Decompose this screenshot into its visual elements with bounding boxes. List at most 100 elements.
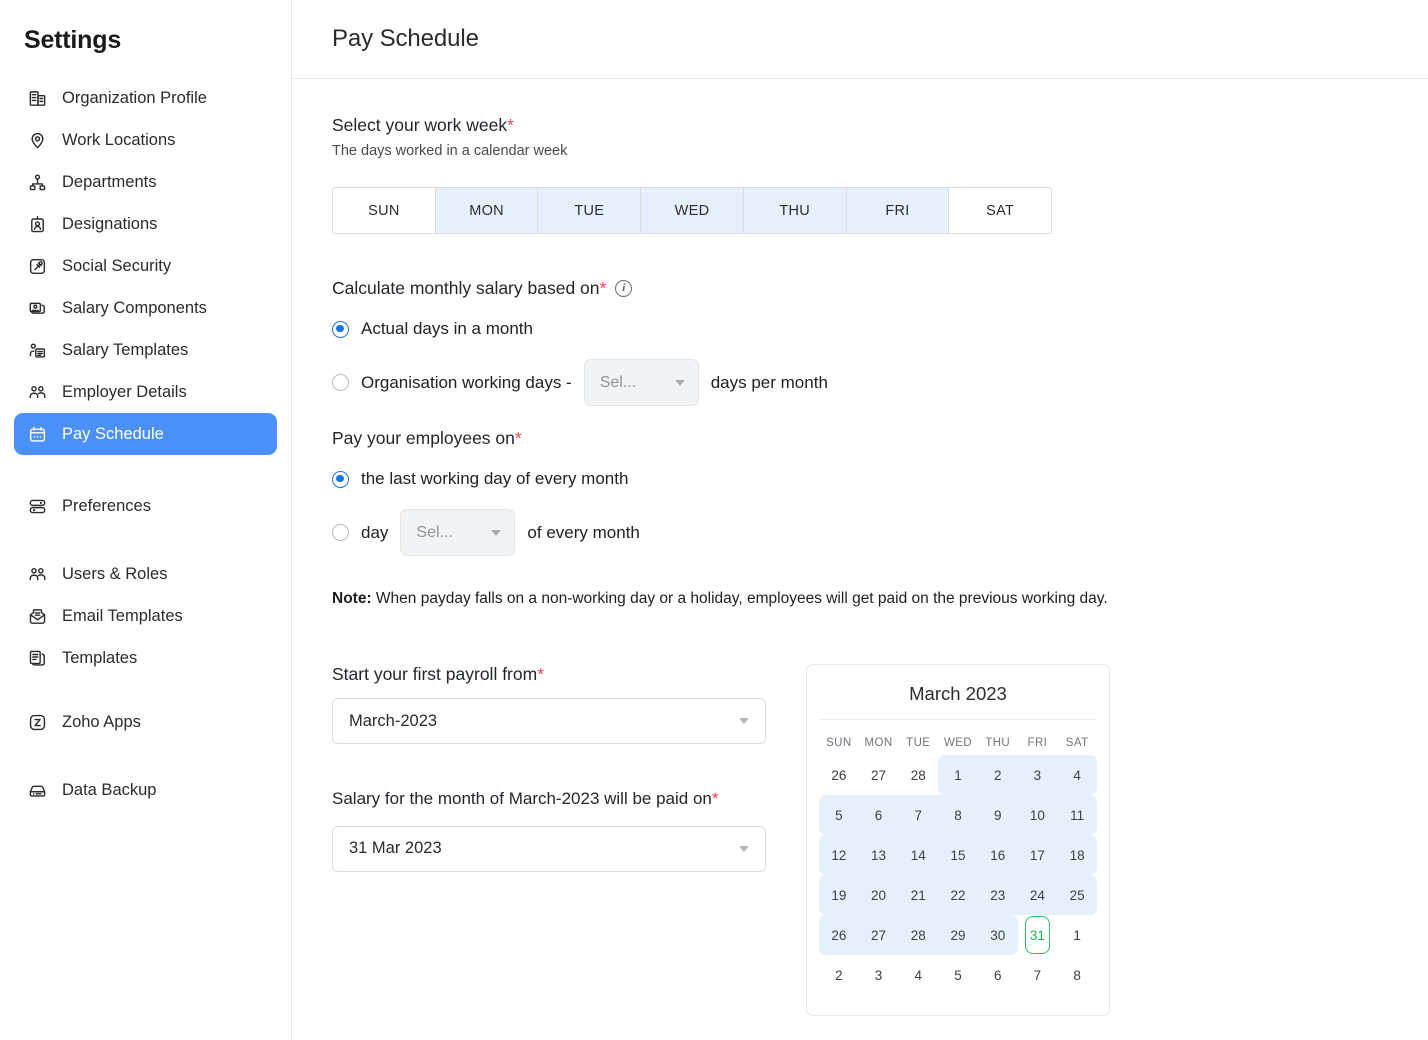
- sidebar-item-salary-templates[interactable]: Salary Templates: [14, 329, 277, 371]
- calendar-day[interactable]: 3: [859, 955, 899, 995]
- calendar-day[interactable]: 15: [938, 835, 978, 875]
- calendar-day[interactable]: 5: [938, 955, 978, 995]
- calendar-day-number: 31: [1029, 927, 1045, 943]
- first-payroll-value: March-2023: [349, 711, 438, 730]
- sidebar-group-separator: [0, 455, 291, 485]
- calendar-day-selected[interactable]: 31: [1017, 915, 1058, 955]
- payroll-bottom-area: Start your first payroll from* March-202…: [332, 664, 1388, 1016]
- sidebar-item-data-backup[interactable]: Data Backup: [14, 769, 277, 811]
- sidebar-item-social-security[interactable]: Social Security: [14, 245, 277, 287]
- sidebar-item-designations[interactable]: Designations: [14, 203, 277, 245]
- calendar-day-number: 28: [910, 927, 926, 943]
- calendar-day[interactable]: 26: [819, 915, 859, 955]
- radio-org-working-days-row[interactable]: Organisation working days - Sel... days …: [332, 359, 1388, 406]
- calendar-day[interactable]: 8: [1057, 955, 1097, 995]
- calendar-day[interactable]: 28: [898, 915, 939, 955]
- calendar-day[interactable]: 30: [977, 915, 1018, 955]
- radio-actual-days[interactable]: [332, 320, 349, 338]
- sidebar-item-email-templates[interactable]: Email Templates: [14, 595, 277, 637]
- calendar-day[interactable]: 20: [858, 875, 899, 915]
- calendar-day[interactable]: 2: [977, 755, 1018, 795]
- calendar-day[interactable]: 8: [938, 795, 978, 835]
- calendar-day[interactable]: 14: [898, 835, 939, 875]
- work-week-selector[interactable]: SUN MON TUE WED THU FRI SAT: [332, 187, 1052, 234]
- sidebar-item-zoho-apps[interactable]: Zoho Apps: [14, 701, 277, 743]
- salary-paid-on-field: Salary for the month of March-2023 will …: [332, 786, 766, 872]
- calendar-day[interactable]: 4: [898, 955, 938, 995]
- org-working-days-select[interactable]: Sel...: [583, 359, 699, 406]
- calendar-day[interactable]: 27: [858, 915, 899, 955]
- people-icon: [26, 381, 48, 403]
- calendar-day[interactable]: 19: [819, 875, 859, 915]
- calendar-day[interactable]: 26: [819, 755, 859, 795]
- calendar-day[interactable]: 12: [819, 835, 859, 875]
- work-week-day-sat[interactable]: SAT: [949, 188, 1051, 233]
- pay-day-suffix: of every month: [527, 522, 640, 542]
- radio-org-working-days[interactable]: [332, 374, 349, 391]
- calendar-day-number: 4: [1073, 767, 1081, 783]
- calendar-day[interactable]: 3: [1017, 755, 1058, 795]
- calendar-day[interactable]: 27: [859, 755, 899, 795]
- calendar-day-number: 2: [993, 767, 1002, 783]
- page-header: Pay Schedule: [292, 0, 1428, 79]
- first-payroll-select[interactable]: March-2023: [332, 698, 766, 744]
- calendar-day-number: 1: [1073, 927, 1081, 943]
- calendar-day[interactable]: 9: [977, 795, 1018, 835]
- calendar-day[interactable]: 2: [819, 955, 859, 995]
- calendar-day[interactable]: 1: [1057, 915, 1097, 955]
- calendar-day[interactable]: 25: [1057, 875, 1097, 915]
- calendar-day[interactable]: 16: [977, 835, 1018, 875]
- salary-paid-on-select[interactable]: 31 Mar 2023: [332, 825, 766, 872]
- app-root: Settings Organization Profile Work Locati…: [0, 0, 1428, 1040]
- calendar-day[interactable]: 6: [858, 795, 899, 835]
- calendar-day-number: 5: [954, 967, 962, 983]
- calendar-day[interactable]: 5: [819, 795, 859, 835]
- calendar-day[interactable]: 22: [938, 875, 978, 915]
- sidebar-item-employer-details[interactable]: Employer Details: [14, 371, 277, 413]
- calendar-day[interactable]: 1: [938, 755, 978, 795]
- pay-day-select[interactable]: Sel...: [400, 509, 516, 556]
- sidebar-item-label: Salary Templates: [62, 340, 189, 359]
- radio-specific-day[interactable]: [332, 524, 349, 541]
- sidebar-item-label: Users & Roles: [62, 564, 168, 583]
- sidebar-item-organization-profile[interactable]: Organization Profile: [14, 77, 277, 119]
- calendar-day[interactable]: 7: [898, 795, 939, 835]
- calendar-day[interactable]: 23: [977, 875, 1018, 915]
- people-icon: [26, 563, 48, 585]
- calendar-day[interactable]: 21: [898, 875, 939, 915]
- required-asterisk: *: [507, 115, 514, 135]
- work-week-day-wed[interactable]: WED: [641, 188, 744, 233]
- radio-actual-days-row[interactable]: Actual days in a month: [332, 319, 1388, 339]
- calendar-day[interactable]: 13: [858, 835, 899, 875]
- calendar-day[interactable]: 29: [938, 915, 978, 955]
- radio-last-working-day[interactable]: [332, 470, 349, 488]
- calendar-day[interactable]: 4: [1057, 755, 1097, 795]
- sidebar-item-users-roles[interactable]: Users & Roles: [14, 553, 277, 595]
- calendar-title: March 2023: [819, 683, 1097, 720]
- sidebar-item-salary-components[interactable]: Salary Components: [14, 287, 277, 329]
- sidebar-item-preferences[interactable]: Preferences: [14, 485, 277, 527]
- calendar-day[interactable]: 6: [978, 955, 1018, 995]
- calendar-day[interactable]: 10: [1017, 795, 1058, 835]
- sidebar-item-departments[interactable]: Departments: [14, 161, 277, 203]
- sidebar-item-pay-schedule[interactable]: Pay Schedule: [14, 413, 277, 455]
- sidebar-item-label: Designations: [62, 214, 158, 233]
- calendar-day[interactable]: 17: [1017, 835, 1058, 875]
- sidebar-nav: Organization Profile Work Locations Depart…: [0, 77, 291, 811]
- work-week-day-thu[interactable]: THU: [743, 188, 847, 233]
- radio-specific-day-row[interactable]: day Sel... of every month: [332, 509, 1388, 556]
- work-week-day-sun[interactable]: SUN: [333, 188, 436, 233]
- work-week-day-fri[interactable]: FRI: [846, 188, 950, 233]
- work-week-day-tue[interactable]: TUE: [538, 188, 642, 233]
- radio-last-working-day-row[interactable]: the last working day of every month: [332, 469, 1388, 489]
- calendar-day[interactable]: 7: [1018, 955, 1058, 995]
- org-working-days-suffix: days per month: [710, 372, 828, 392]
- calendar-day[interactable]: 24: [1017, 875, 1058, 915]
- calendar-day[interactable]: 18: [1057, 835, 1097, 875]
- calendar-day[interactable]: 28: [898, 755, 938, 795]
- work-week-day-mon[interactable]: MON: [435, 188, 539, 233]
- sidebar-item-templates[interactable]: Templates: [14, 637, 277, 679]
- info-icon[interactable]: i: [615, 280, 633, 297]
- calendar-day[interactable]: 11: [1057, 795, 1097, 835]
- sidebar-item-work-locations[interactable]: Work Locations: [14, 119, 277, 161]
